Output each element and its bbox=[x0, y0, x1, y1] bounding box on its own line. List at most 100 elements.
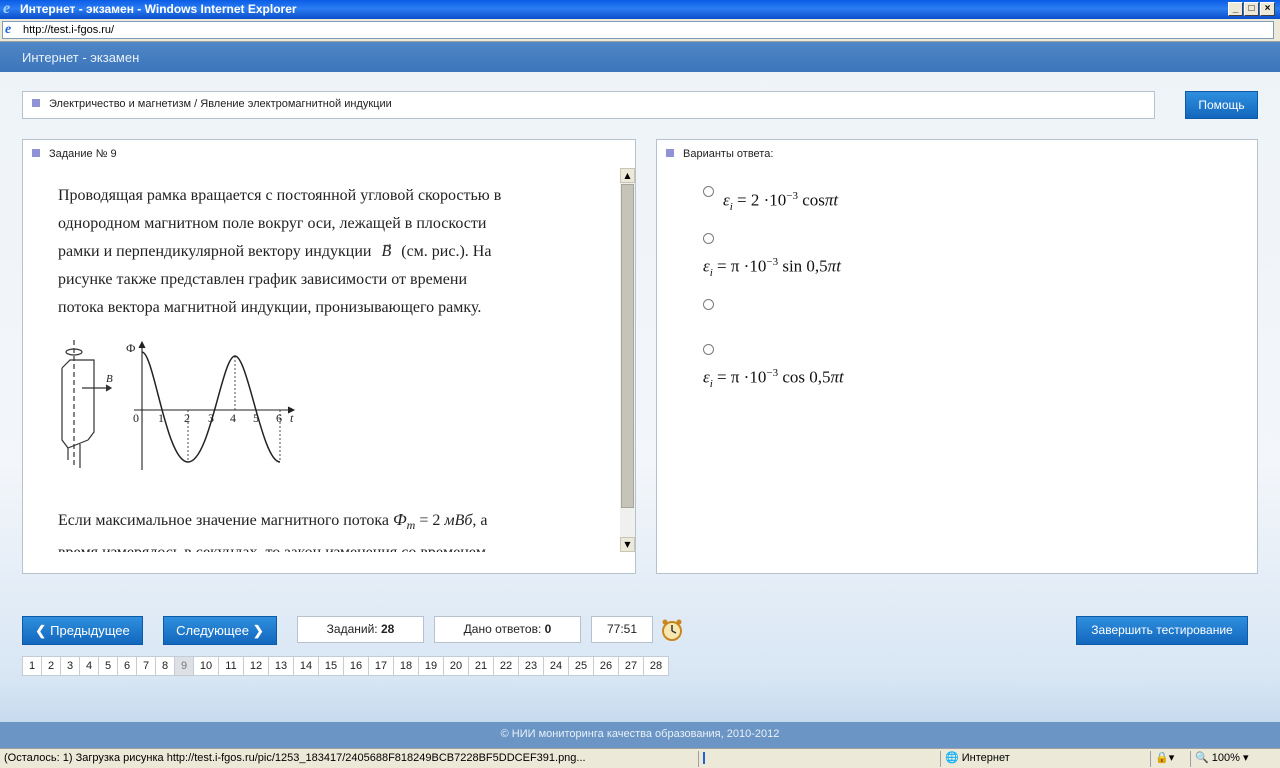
page-link-8[interactable]: 8 bbox=[155, 656, 175, 676]
scroll-down-icon[interactable]: ▼ bbox=[620, 537, 635, 552]
status-progress bbox=[698, 751, 938, 767]
page-link-17[interactable]: 17 bbox=[368, 656, 394, 676]
scroll-up-icon[interactable]: ▲ bbox=[620, 168, 635, 183]
page-link-9[interactable]: 9 bbox=[174, 656, 194, 676]
flux-value: = 2 bbox=[419, 512, 441, 529]
task-heading-text: Задание № 9 bbox=[49, 148, 117, 160]
answer-radio-3[interactable] bbox=[703, 299, 714, 310]
page-link-10[interactable]: 10 bbox=[193, 656, 219, 676]
page-link-25[interactable]: 25 bbox=[568, 656, 594, 676]
page-link-7[interactable]: 7 bbox=[136, 656, 156, 676]
breadcrumb-text: Электричество и магнетизм / Явление элек… bbox=[49, 98, 392, 110]
page-link-11[interactable]: 11 bbox=[218, 656, 244, 676]
page-link-27[interactable]: 27 bbox=[618, 656, 644, 676]
tick-label: 1 bbox=[158, 411, 164, 425]
answers-label: Дано ответов: bbox=[463, 622, 542, 636]
address-input[interactable]: e http://test.i-fgos.ru/ bbox=[2, 21, 1274, 39]
scroll-thumb[interactable] bbox=[621, 184, 634, 508]
vector-arrow-icon: → bbox=[381, 236, 394, 250]
window-titlebar: e Интернет - экзамен - Windows Internet … bbox=[0, 0, 1280, 19]
page-link-16[interactable]: 16 bbox=[343, 656, 369, 676]
address-url: http://test.i-fgos.ru/ bbox=[23, 24, 115, 36]
task-figure: B Ф t 0 1 2 3 4 5 6 bbox=[61, 340, 296, 470]
site-title: Интернет - экзамен bbox=[22, 50, 140, 65]
help-button[interactable]: Помощь bbox=[1185, 91, 1258, 119]
close-button[interactable]: × bbox=[1260, 2, 1275, 16]
formula-func: sin 0,5 bbox=[782, 256, 828, 276]
tasks-count-box: Заданий: 28 bbox=[297, 616, 424, 643]
formula-rhs: = π ·10 bbox=[717, 367, 767, 387]
page-link-19[interactable]: 19 bbox=[418, 656, 444, 676]
finish-test-button[interactable]: Завершить тестирование bbox=[1076, 616, 1248, 645]
answers-heading-text: Варианты ответа: bbox=[683, 148, 774, 160]
tick-label: 5 bbox=[253, 411, 259, 425]
page-link-28[interactable]: 28 bbox=[643, 656, 669, 676]
page-link-2[interactable]: 2 bbox=[41, 656, 61, 676]
page-link-15[interactable]: 15 bbox=[318, 656, 344, 676]
page-link-26[interactable]: 26 bbox=[593, 656, 619, 676]
task-line-part: , а bbox=[472, 512, 488, 529]
task-text: Проводящая рамка вращается с постоянной … bbox=[58, 182, 578, 322]
t-axis-label: t bbox=[290, 411, 294, 425]
page-link-23[interactable]: 23 bbox=[518, 656, 544, 676]
page-link-21[interactable]: 21 bbox=[468, 656, 494, 676]
answer-radio-1[interactable] bbox=[703, 186, 714, 197]
formula-eps: ε bbox=[723, 190, 730, 210]
prev-button[interactable]: ❮ Предыдущее bbox=[22, 616, 143, 645]
page-link-22[interactable]: 22 bbox=[493, 656, 519, 676]
task-heading: Задание № 9 bbox=[32, 148, 117, 160]
page-link-5[interactable]: 5 bbox=[98, 656, 118, 676]
task-line-part: рамки и перпендикулярной вектору индукци… bbox=[58, 243, 372, 260]
answers-heading: Варианты ответа: bbox=[666, 148, 773, 160]
timer-box: 77:51 bbox=[591, 616, 653, 643]
page-link-4[interactable]: 4 bbox=[79, 656, 99, 676]
page-link-14[interactable]: 14 bbox=[293, 656, 319, 676]
formula-exp: −3 bbox=[786, 190, 798, 202]
formula-exp: −3 bbox=[766, 367, 779, 379]
task-line: потока вектора магнитной индукции, прони… bbox=[58, 299, 482, 316]
answer-radio-2[interactable] bbox=[703, 233, 714, 244]
prev-label: Предыдущее bbox=[50, 623, 130, 638]
zoom-control[interactable]: 🔍 100% ▾ bbox=[1190, 751, 1278, 767]
page-link-3[interactable]: 3 bbox=[60, 656, 80, 676]
task-line: рамки и перпендикулярной вектору индукци… bbox=[58, 236, 578, 266]
formula-arg: πt bbox=[824, 190, 839, 210]
breadcrumb: Электричество и магнетизм / Явление элек… bbox=[22, 91, 1155, 119]
task-line: Если максимальное значение магнитного по… bbox=[58, 506, 598, 539]
address-bar: e http://test.i-fgos.ru/ bbox=[0, 19, 1280, 42]
site-footer: © НИИ мониторинга качества образования, … bbox=[0, 722, 1280, 748]
bullet-icon bbox=[666, 149, 674, 157]
page-link-1[interactable]: 1 bbox=[22, 656, 42, 676]
task-scrollbar[interactable]: ▲ ▼ bbox=[620, 168, 635, 552]
answer-formula-4: εi = π ·10−3 cos 0,5πt bbox=[703, 367, 844, 390]
tick-label: 3 bbox=[208, 411, 214, 425]
page-content: Интернет - экзамен Электричество и магне… bbox=[0, 42, 1280, 748]
flux-symbol: Ф bbox=[392, 510, 407, 529]
page-link-12[interactable]: 12 bbox=[243, 656, 269, 676]
next-button[interactable]: Следующее ❯ bbox=[163, 616, 277, 645]
tick-label: 4 bbox=[230, 411, 236, 425]
task-line: однородном магнитном поле вокруг оси, ле… bbox=[58, 215, 487, 232]
formula-arg: πt bbox=[827, 256, 841, 276]
protected-mode-icon[interactable]: 🔒▾ bbox=[1150, 751, 1190, 767]
progress-bar bbox=[703, 752, 705, 765]
task-line-part: (см. рис.). На bbox=[401, 243, 492, 260]
bullet-icon bbox=[32, 149, 40, 157]
formula-eps: ε bbox=[703, 367, 710, 387]
minimize-button[interactable]: _ bbox=[1228, 2, 1243, 16]
alarm-clock-icon[interactable] bbox=[660, 618, 684, 642]
answer-radio-4[interactable] bbox=[703, 344, 714, 355]
chevron-right-icon: ❯ bbox=[252, 623, 264, 638]
maximize-button[interactable]: □ bbox=[1244, 2, 1259, 16]
flux-subscript: m bbox=[406, 518, 416, 533]
page-link-18[interactable]: 18 bbox=[393, 656, 419, 676]
page-link-13[interactable]: 13 bbox=[268, 656, 294, 676]
vector-b-symbol: → B bbox=[381, 236, 393, 266]
formula-rhs: = 2 ·10 bbox=[737, 190, 787, 210]
page-link-20[interactable]: 20 bbox=[443, 656, 469, 676]
formula-sub: i bbox=[729, 201, 733, 214]
page-link-6[interactable]: 6 bbox=[117, 656, 137, 676]
answer-formula-2: εi = π ·10−3 sin 0,5πt bbox=[703, 256, 841, 279]
task-content[interactable]: Проводящая рамка вращается с постоянной … bbox=[24, 168, 620, 552]
page-link-24[interactable]: 24 bbox=[543, 656, 569, 676]
